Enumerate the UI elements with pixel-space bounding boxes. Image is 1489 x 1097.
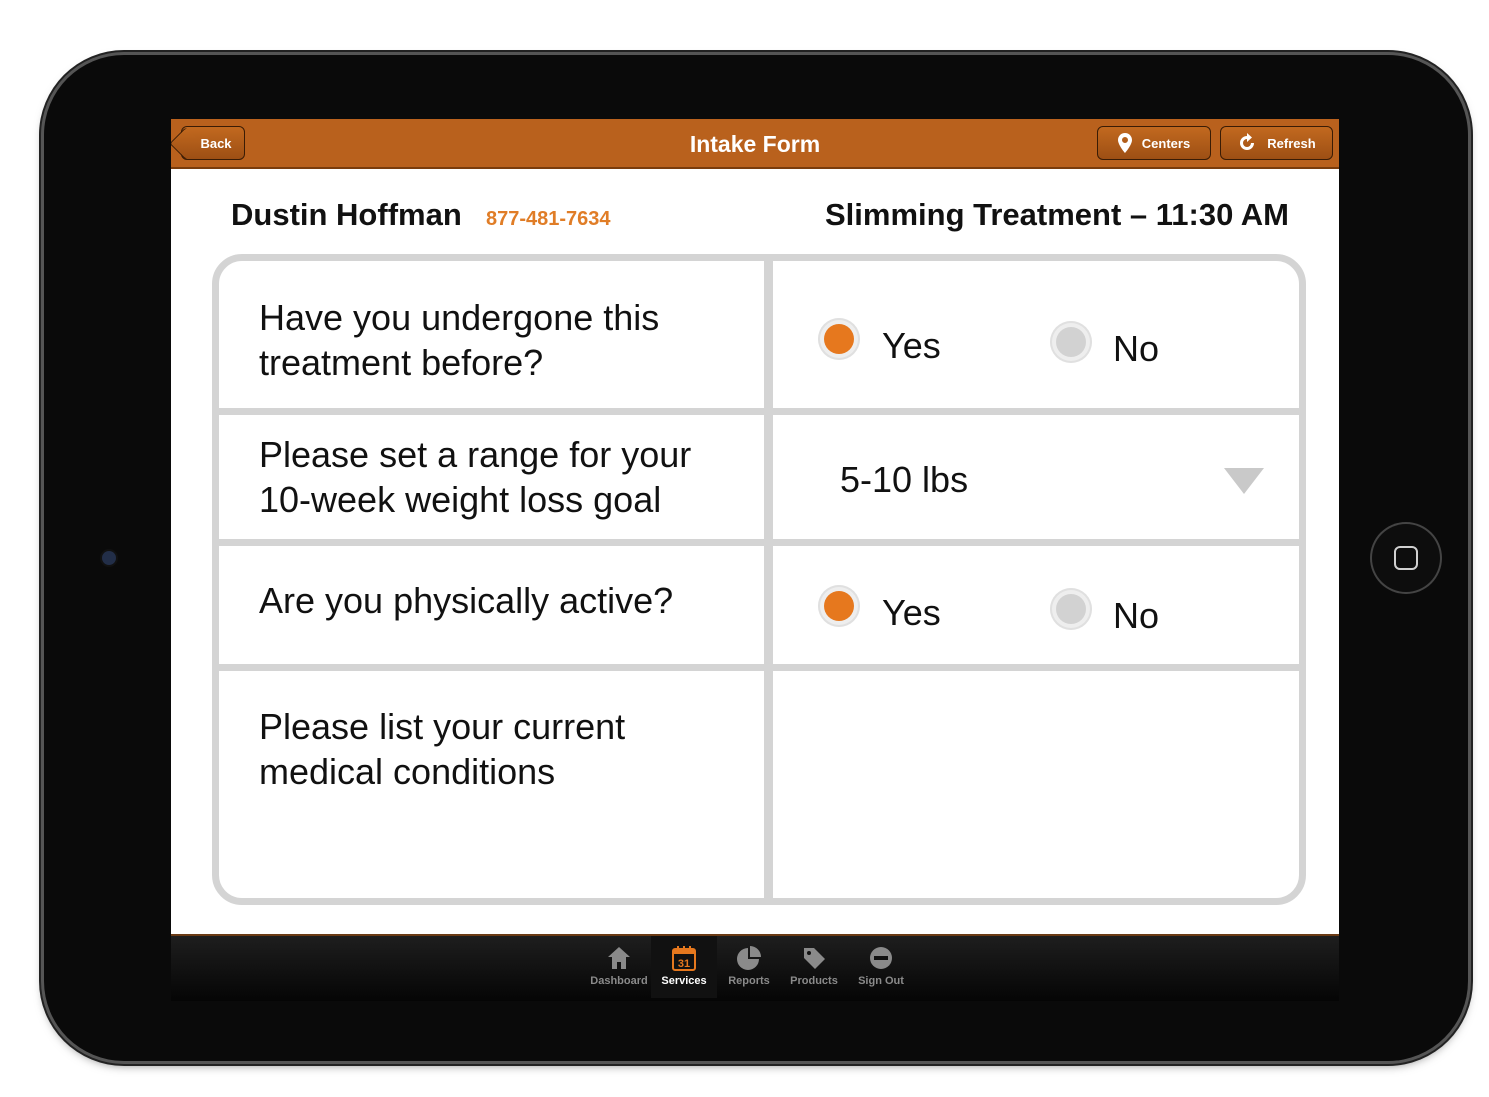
question-medical-conditions: Please list your current medical conditi… (259, 706, 626, 792)
radio-yes-treatment-before[interactable] (818, 318, 860, 360)
tab-label: Sign Out (858, 975, 904, 987)
minus-circle-icon (870, 947, 892, 969)
radio-label-no: No (1113, 595, 1160, 636)
home-square-icon (1394, 546, 1418, 570)
radio-no-treatment-before[interactable] (1050, 321, 1092, 363)
tab-reports[interactable]: Reports (716, 936, 782, 998)
patient-name: Dustin Hoffman (231, 197, 462, 232)
radio-label-yes: Yes (882, 325, 941, 366)
radio-no-physically-active[interactable] (1050, 588, 1092, 630)
tab-label: Dashboard (590, 975, 648, 987)
chevron-down-icon[interactable] (1224, 468, 1264, 494)
camera-icon (102, 551, 116, 565)
refresh-button-label: Refresh (1267, 135, 1316, 151)
map-pin-icon (1117, 133, 1132, 153)
question-treatment-before: Have you undergone this treatment before… (259, 297, 660, 383)
calendar-day: 31 (678, 958, 690, 970)
appointment-info: Slimming Treatment – 11:30 AM (824, 197, 1289, 232)
form-row-weight-goal: Please set a range for your 10-week weig… (219, 415, 1299, 546)
question-weight-goal: Please set a range for your 10-week weig… (259, 434, 692, 520)
refresh-icon (1240, 133, 1255, 150)
tab-label: Products (790, 975, 838, 987)
home-button[interactable] (1372, 524, 1440, 592)
patient-phone[interactable]: 877-481-7634 (486, 208, 611, 231)
back-button-label: Back (200, 135, 232, 151)
question-physically-active: Are you physically active? (259, 580, 674, 621)
back-button[interactable]: Back (181, 126, 245, 160)
weight-goal-select[interactable]: 5-10 lbs (840, 459, 968, 501)
tab-sign-out[interactable]: Sign Out (848, 936, 914, 998)
intake-form-table: Have you undergone this treatment before… (212, 254, 1306, 905)
radio-dot (824, 591, 854, 621)
refresh-button[interactable]: Refresh (1220, 126, 1333, 160)
form-row-physically-active: Are you physically active? Yes No (219, 546, 1299, 671)
tab-services[interactable]: 31 Services (651, 936, 717, 998)
bottom-tab-bar: Dashboard 31 Services Reports Products S… (171, 934, 1339, 1001)
form-row-medical-conditions: Please list your current medical conditi… (219, 671, 1299, 898)
centers-button[interactable]: Centers (1097, 126, 1211, 160)
tab-label: Services (661, 975, 707, 987)
radio-dot (824, 324, 854, 354)
screen: Intake Form Back Centers Refresh Dustin … (171, 119, 1339, 1001)
nav-header: Intake Form Back Centers Refresh (171, 119, 1339, 169)
medical-conditions-input[interactable] (773, 671, 1299, 898)
form-row-treatment-before: Have you undergone this treatment before… (219, 261, 1299, 415)
radio-yes-physically-active[interactable] (818, 585, 860, 627)
tab-products[interactable]: Products (781, 936, 847, 998)
tab-dashboard[interactable]: Dashboard (586, 936, 652, 998)
tab-label: Reports (728, 975, 770, 987)
home-icon (608, 947, 630, 969)
pie-chart-icon (737, 946, 761, 970)
radio-dot (1056, 594, 1086, 624)
calendar-icon: 31 (672, 946, 696, 971)
radio-label-yes: Yes (882, 592, 941, 633)
radio-label-no: No (1113, 328, 1160, 369)
tag-icon (804, 948, 825, 969)
centers-button-label: Centers (1141, 135, 1191, 151)
radio-dot (1056, 327, 1086, 357)
